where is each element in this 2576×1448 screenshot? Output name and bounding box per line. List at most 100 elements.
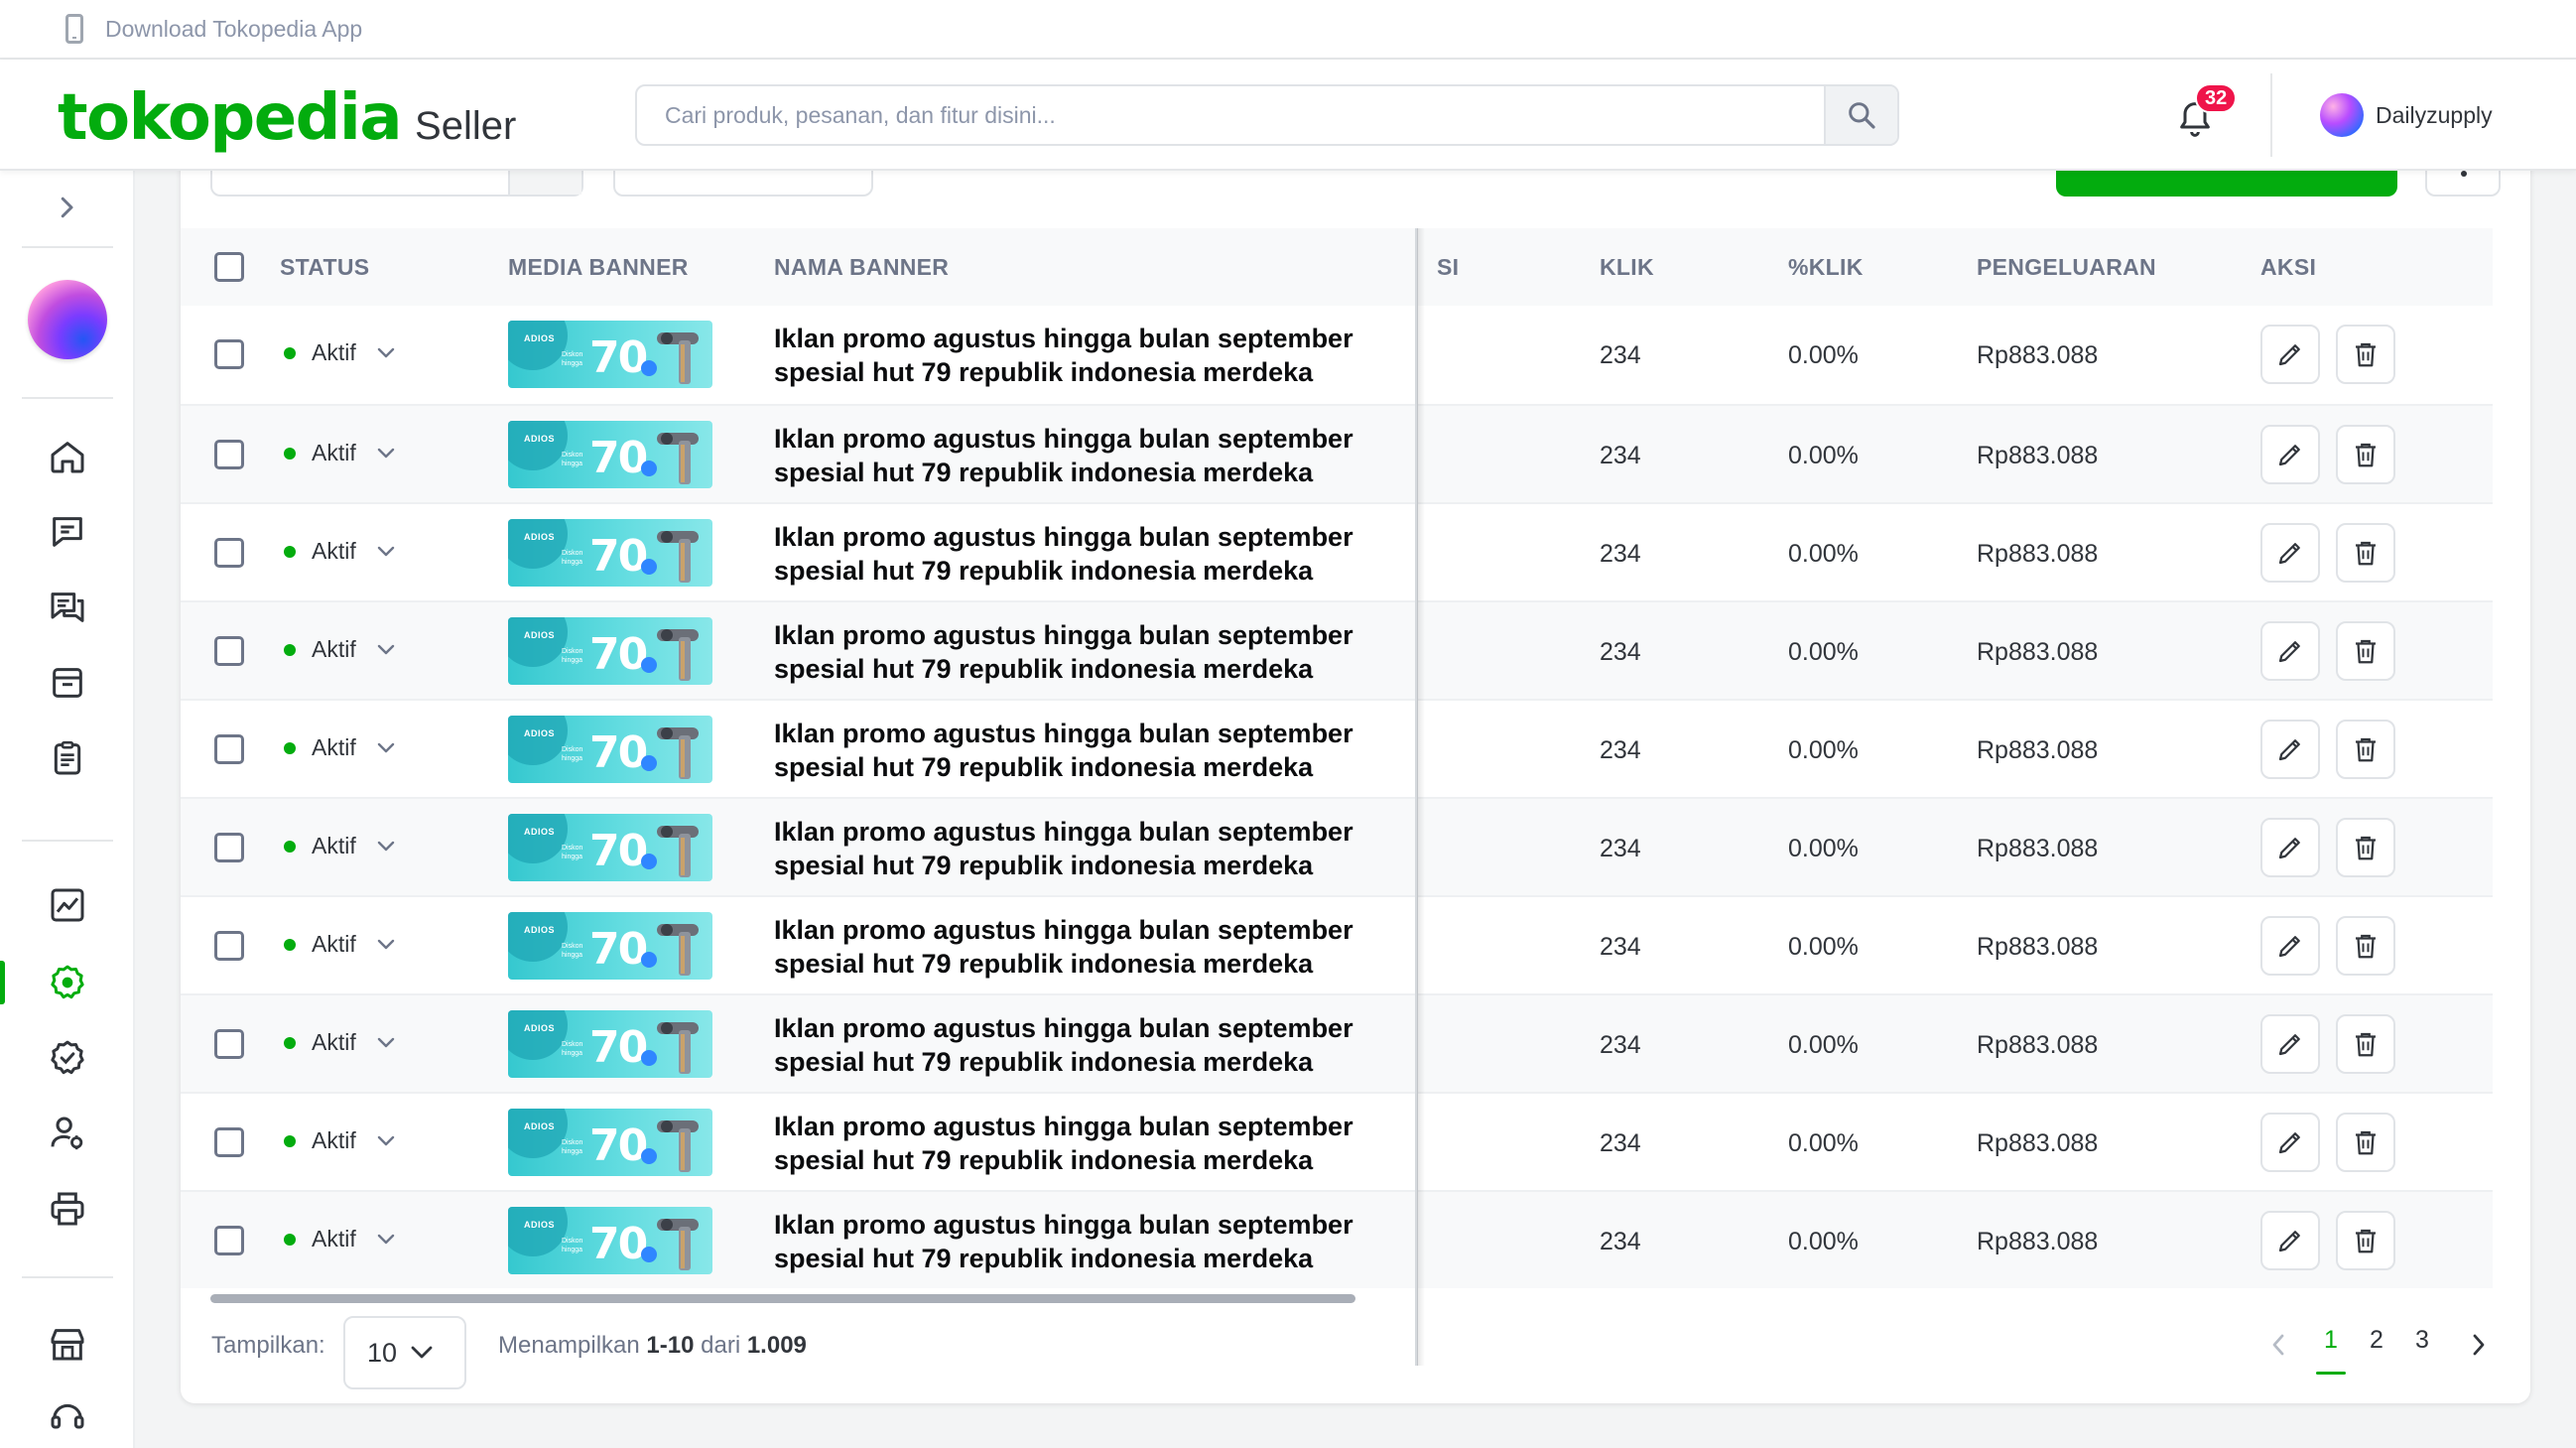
delete-button[interactable] xyxy=(2336,916,2395,976)
chevron-down-icon[interactable] xyxy=(376,1134,396,1148)
banner-thumbnail[interactable]: ADIOS Diskon hingga 70 xyxy=(508,716,712,783)
column-pengeluaran[interactable]: PENGELUARAN xyxy=(1977,228,2156,306)
delete-button[interactable] xyxy=(2336,720,2395,779)
row-checkbox[interactable] xyxy=(214,931,244,961)
chevron-down-icon[interactable] xyxy=(376,447,396,461)
delete-button[interactable] xyxy=(2336,325,2395,384)
search-bar[interactable]: Cari produk, pesanan, dan fitur disini..… xyxy=(635,84,1899,146)
column-klik[interactable]: KLIK xyxy=(1600,228,1654,306)
edit-button[interactable] xyxy=(2260,1014,2320,1074)
table-row[interactable]: Aktif ADIOS Diskon hingga 70 Iklan promo agus… xyxy=(181,306,2493,404)
status-dropdown[interactable]: Aktif xyxy=(284,636,396,663)
banner-name[interactable]: Iklan promo agustus hingga bulan septemb… xyxy=(774,520,1409,588)
discussion-icon[interactable] xyxy=(48,588,87,627)
banner-name[interactable]: Iklan promo agustus hingga bulan septemb… xyxy=(774,1011,1409,1079)
row-checkbox[interactable] xyxy=(214,1127,244,1157)
banner-name[interactable]: Iklan promo agustus hingga bulan septemb… xyxy=(774,815,1409,882)
chevron-down-icon[interactable] xyxy=(376,1036,396,1050)
edit-button[interactable] xyxy=(2260,425,2320,484)
chat-icon[interactable] xyxy=(48,512,87,552)
chevron-down-icon[interactable] xyxy=(376,643,396,657)
banner-name[interactable]: Iklan promo agustus hingga bulan septemb… xyxy=(774,717,1409,784)
delete-button[interactable] xyxy=(2336,1211,2395,1270)
banner-thumbnail[interactable]: ADIOS Diskon hingga 70 xyxy=(508,1010,712,1078)
search-input[interactable]: Cari produk, pesanan, dan fitur disini..… xyxy=(637,102,1824,129)
page-size-select[interactable]: 10 xyxy=(343,1316,466,1389)
column-partial[interactable]: SI xyxy=(1437,228,1459,306)
horizontal-scrollbar[interactable] xyxy=(210,1294,1355,1303)
status-dropdown[interactable]: Aktif xyxy=(284,1127,396,1154)
status-dropdown[interactable]: Aktif xyxy=(284,538,396,565)
banner-name[interactable]: Iklan promo agustus hingga bulan septemb… xyxy=(774,1110,1409,1177)
page-1[interactable]: 1 xyxy=(2324,1326,2338,1355)
chevron-down-icon[interactable] xyxy=(376,840,396,854)
edit-button[interactable] xyxy=(2260,818,2320,877)
chevron-right-icon[interactable] xyxy=(52,193,81,222)
table-row[interactable]: Aktif ADIOS Diskon hingga 70 Iklan promo agus… xyxy=(181,895,2493,993)
banner-name[interactable]: Iklan promo agustus hingga bulan septemb… xyxy=(774,618,1409,686)
tokopedia-seller-logo[interactable]: tokopedia Seller xyxy=(58,81,516,155)
delete-button[interactable] xyxy=(2336,523,2395,583)
store-icon[interactable] xyxy=(48,663,87,703)
banner-thumbnail[interactable]: ADIOS Diskon hingga 70 xyxy=(508,1207,712,1274)
banner-thumbnail[interactable]: ADIOS Diskon hingga 70 xyxy=(508,814,712,881)
table-row[interactable]: Aktif ADIOS Diskon hingga 70 Iklan promo agus… xyxy=(181,600,2493,699)
edit-button[interactable] xyxy=(2260,1211,2320,1270)
column-status[interactable]: STATUS xyxy=(280,228,369,306)
page-3[interactable]: 3 xyxy=(2415,1326,2429,1355)
table-row[interactable]: Aktif ADIOS Diskon hingga 70 Iklan promo agus… xyxy=(181,1190,2493,1288)
status-dropdown[interactable]: Aktif xyxy=(284,1029,396,1056)
delete-button[interactable] xyxy=(2336,425,2395,484)
shop-avatar[interactable] xyxy=(28,280,107,359)
edit-button[interactable] xyxy=(2260,325,2320,384)
page-2[interactable]: 2 xyxy=(2370,1326,2383,1355)
chevron-right-icon[interactable] xyxy=(2469,1330,2489,1360)
status-dropdown[interactable]: Aktif xyxy=(284,339,396,366)
delete-button[interactable] xyxy=(2336,1014,2395,1074)
row-checkbox[interactable] xyxy=(214,734,244,764)
row-checkbox[interactable] xyxy=(214,339,244,369)
table-row[interactable]: Aktif ADIOS Diskon hingga 70 Iklan promo agus… xyxy=(181,502,2493,600)
delete-button[interactable] xyxy=(2336,818,2395,877)
chevron-left-icon[interactable] xyxy=(2268,1330,2288,1360)
row-checkbox[interactable] xyxy=(214,440,244,469)
table-row[interactable]: Aktif ADIOS Diskon hingga 70 Iklan promo agus… xyxy=(181,993,2493,1092)
row-checkbox[interactable] xyxy=(214,538,244,568)
chevron-down-icon[interactable] xyxy=(376,938,396,952)
row-checkbox[interactable] xyxy=(214,1029,244,1059)
banner-name[interactable]: Iklan promo agustus hingga bulan septemb… xyxy=(774,1208,1409,1275)
chevron-down-icon[interactable] xyxy=(376,1233,396,1247)
edit-button[interactable] xyxy=(2260,916,2320,976)
banner-name[interactable]: Iklan promo agustus hingga bulan septemb… xyxy=(774,322,1409,389)
download-app-link[interactable]: Download Tokopedia App xyxy=(105,16,362,43)
edit-button[interactable] xyxy=(2260,523,2320,583)
user-settings-icon[interactable] xyxy=(48,1114,87,1153)
row-checkbox[interactable] xyxy=(214,1226,244,1255)
banner-thumbnail[interactable]: ADIOS Diskon hingga 70 xyxy=(508,617,712,685)
chevron-down-icon[interactable] xyxy=(376,741,396,755)
support-icon[interactable] xyxy=(48,1397,87,1437)
banner-thumbnail[interactable]: ADIOS Diskon hingga 70 xyxy=(508,1109,712,1176)
printer-icon[interactable] xyxy=(48,1189,87,1229)
banner-thumbnail[interactable]: ADIOS Diskon hingga 70 xyxy=(508,421,712,488)
column-pct-klik[interactable]: %KLIK xyxy=(1788,228,1864,306)
edit-button[interactable] xyxy=(2260,1113,2320,1172)
table-row[interactable]: Aktif ADIOS Diskon hingga 70 Iklan promo agus… xyxy=(181,404,2493,502)
statistics-icon[interactable] xyxy=(48,885,87,925)
status-dropdown[interactable]: Aktif xyxy=(284,833,396,859)
status-dropdown[interactable]: Aktif xyxy=(284,734,396,761)
table-row[interactable]: Aktif ADIOS Diskon hingga 70 Iklan promo agus… xyxy=(181,797,2493,895)
row-checkbox[interactable] xyxy=(214,636,244,666)
home-icon[interactable] xyxy=(48,437,87,476)
delete-button[interactable] xyxy=(2336,621,2395,681)
user-menu[interactable]: Dailyzupply xyxy=(2320,93,2493,137)
status-dropdown[interactable]: Aktif xyxy=(284,440,396,466)
edit-button[interactable] xyxy=(2260,621,2320,681)
chevron-down-icon[interactable] xyxy=(376,346,396,360)
banner-name[interactable]: Iklan promo agustus hingga bulan septemb… xyxy=(774,422,1409,489)
download-app-bar[interactable]: Download Tokopedia App xyxy=(0,0,2576,60)
table-row[interactable]: Aktif ADIOS Diskon hingga 70 Iklan promo agus… xyxy=(181,1092,2493,1190)
status-dropdown[interactable]: Aktif xyxy=(284,1226,396,1252)
chevron-down-icon[interactable] xyxy=(376,545,396,559)
ads-icon[interactable] xyxy=(48,963,87,1002)
